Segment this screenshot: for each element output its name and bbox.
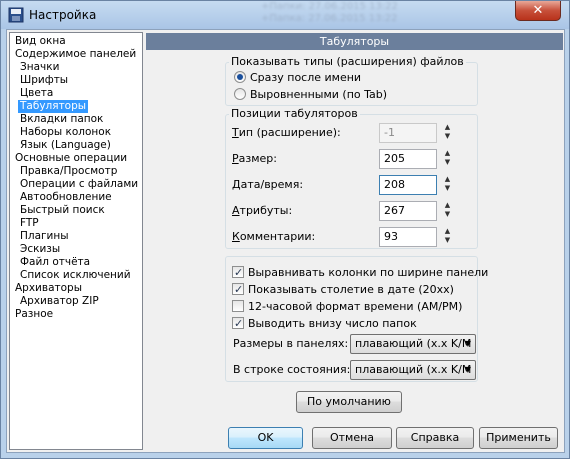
- option-checkbox-row[interactable]: Показывать столетие в дате (20xx): [232, 282, 454, 297]
- checkbox-label: Выводить внизу число папок: [248, 317, 417, 330]
- checkbox-label: 12-часовой формат времени (AM/PM): [248, 300, 463, 313]
- checkbox[interactable]: [232, 300, 244, 312]
- chevron-down-icon: ▼: [464, 365, 471, 374]
- tab-field-label-accel: А: [232, 204, 240, 217]
- tab-position-input[interactable]: 267: [379, 201, 437, 221]
- tree-item[interactable]: Вкладки папок: [18, 113, 105, 126]
- tree-item[interactable]: Эскизы: [18, 243, 62, 256]
- tree-item[interactable]: Цвета: [18, 87, 55, 100]
- tab-field-label: Дата/время:: [232, 178, 303, 191]
- cancel-button[interactable]: Отмена: [312, 427, 392, 449]
- tree-item[interactable]: Плагины: [18, 230, 71, 243]
- status-bar-select[interactable]: плавающий (x.x K/M ▼: [350, 360, 476, 380]
- close-button[interactable]: ✕: [515, 1, 561, 21]
- tab-position-input: -1: [379, 123, 437, 143]
- tab-field-label: Тип (расширение):: [232, 126, 341, 139]
- spin-arrows-icon[interactable]: ▲ ▼: [443, 201, 452, 221]
- spin-arrows-icon[interactable]: ▲ ▼: [443, 175, 452, 195]
- checkbox-label: Выравнивать колонки по ширине панели: [248, 266, 489, 279]
- status-bar-label: В строке состояния:: [233, 363, 351, 376]
- tree-item[interactable]: Содержимое панелей: [13, 48, 138, 61]
- radio-aligned-label: Выровненными (по Tab): [250, 88, 388, 101]
- title-bar[interactable]: Настройка +Папки: 27.06.2015 13:22 +Папк…: [1, 1, 569, 29]
- tree-item[interactable]: Табуляторы: [18, 100, 89, 113]
- file-types-group-title: Показывать типы (расширения) файлов: [229, 55, 466, 68]
- checkbox-label: Показывать столетие в дате (20xx): [248, 283, 454, 296]
- tab-position-input[interactable]: 208: [379, 175, 437, 195]
- tab-position-input[interactable]: 205: [379, 149, 437, 169]
- checkbox[interactable]: [232, 316, 244, 331]
- tree-item[interactable]: Операции с файлами: [18, 178, 140, 191]
- help-button[interactable]: Справка: [396, 427, 474, 449]
- tab-field-label-accel: Т: [232, 126, 239, 139]
- tree-item[interactable]: Значки: [18, 61, 61, 74]
- background-text-line: +Папка: 27.06.2015 13:22: [261, 13, 398, 24]
- tab-position-input[interactable]: 93: [379, 227, 437, 247]
- background-window-text: +Папки: 27.06.2015 13:22 +Папка: 27.06.2…: [261, 1, 491, 27]
- close-icon: ✕: [532, 3, 544, 18]
- option-checkbox-row[interactable]: 12-часовой формат времени (AM/PM): [232, 299, 462, 314]
- tab-field-label-rest: омментарии:: [239, 230, 316, 243]
- tab-field-label: Комментарии:: [232, 230, 315, 243]
- tree-item[interactable]: Разное: [13, 308, 55, 321]
- tab-field-label-rest: ип (расширение):: [238, 126, 341, 139]
- tree-item[interactable]: Список исключений: [18, 269, 133, 282]
- tree-item[interactable]: FTP: [18, 217, 41, 230]
- radio-aligned[interactable]: Выровненными (по Tab): [234, 87, 387, 102]
- tree-item[interactable]: Быстрый поиск: [18, 204, 107, 217]
- tree-item[interactable]: Архиватор ZIP: [18, 295, 101, 308]
- tree-item[interactable]: Основные операции: [13, 152, 129, 165]
- status-bar-value: плавающий (x.x K/M: [355, 363, 472, 376]
- tab-field-label: Атрибуты:: [232, 204, 292, 217]
- tab-field-label-accel: Р: [232, 152, 239, 165]
- spin-arrows-icon[interactable]: ▲ ▼: [443, 123, 452, 143]
- chevron-down-icon: ▼: [464, 339, 471, 348]
- tree-item[interactable]: Наборы колонок: [18, 126, 113, 139]
- sizes-in-panels-value: плавающий (x.x K/M: [355, 337, 472, 350]
- tab-positions-group-title: Позиции табуляторов: [229, 107, 360, 120]
- app-icon: [8, 7, 24, 23]
- checkbox[interactable]: [232, 265, 244, 280]
- restore-defaults-button[interactable]: По умолчанию: [296, 391, 402, 413]
- tree-item[interactable]: Шрифты: [18, 74, 70, 87]
- tree-item[interactable]: Вид окна: [13, 35, 68, 48]
- tree-item[interactable]: Правка/Просмотр: [18, 165, 119, 178]
- option-checkbox-row[interactable]: Выводить внизу число папок: [232, 316, 417, 331]
- settings-window: Настройка +Папки: 27.06.2015 13:22 +Папк…: [0, 0, 570, 459]
- sizes-in-panels-label: Размеры в панелях:: [233, 337, 349, 350]
- radio-aligned-control[interactable]: [234, 88, 246, 100]
- radio-after-name-control[interactable]: [234, 71, 246, 83]
- ok-button[interactable]: OK: [228, 427, 303, 449]
- spin-arrows-icon[interactable]: ▲ ▼: [443, 149, 452, 169]
- dialog-client-area: Вид окна Содержимое панелей Значки Шрифты Цв…: [6, 29, 565, 453]
- option-checkbox-row[interactable]: Выравнивать колонки по ширине панели: [232, 265, 488, 280]
- apply-button[interactable]: Применить: [479, 427, 558, 449]
- window-title: Настройка: [29, 8, 97, 22]
- panel-header: Табуляторы: [146, 33, 563, 50]
- tab-field-label-accel: К: [232, 230, 240, 243]
- tree-item[interactable]: Автообновление: [18, 191, 114, 204]
- radio-after-name[interactable]: Сразу после имени: [234, 70, 361, 85]
- tree-item[interactable]: Архиваторы: [13, 282, 84, 295]
- checkbox[interactable]: [232, 282, 244, 297]
- settings-tree[interactable]: Вид окна Содержимое панелей Значки Шрифты Цв…: [9, 32, 143, 450]
- spin-arrows-icon[interactable]: ▲ ▼: [443, 227, 452, 247]
- tree-item[interactable]: Язык (Language): [18, 139, 113, 152]
- file-types-group: Показывать типы (расширения) файлов Сраз…: [225, 55, 478, 106]
- tab-field-label-rest: трибуты:: [239, 204, 293, 217]
- tab-field-label-rest: ата/время:: [240, 178, 304, 191]
- sizes-in-panels-select[interactable]: плавающий (x.x K/M ▼: [350, 334, 476, 354]
- radio-after-name-label: Сразу после имени: [250, 71, 362, 84]
- tab-field-label-accel: Д: [232, 178, 241, 191]
- tab-field-label: Размер:: [232, 152, 277, 165]
- tab-field-label-rest: азмер:: [238, 152, 277, 165]
- background-text-line: +Папки: 27.06.2015 13:22: [261, 1, 398, 12]
- tree-item[interactable]: Файл отчёта: [18, 256, 92, 269]
